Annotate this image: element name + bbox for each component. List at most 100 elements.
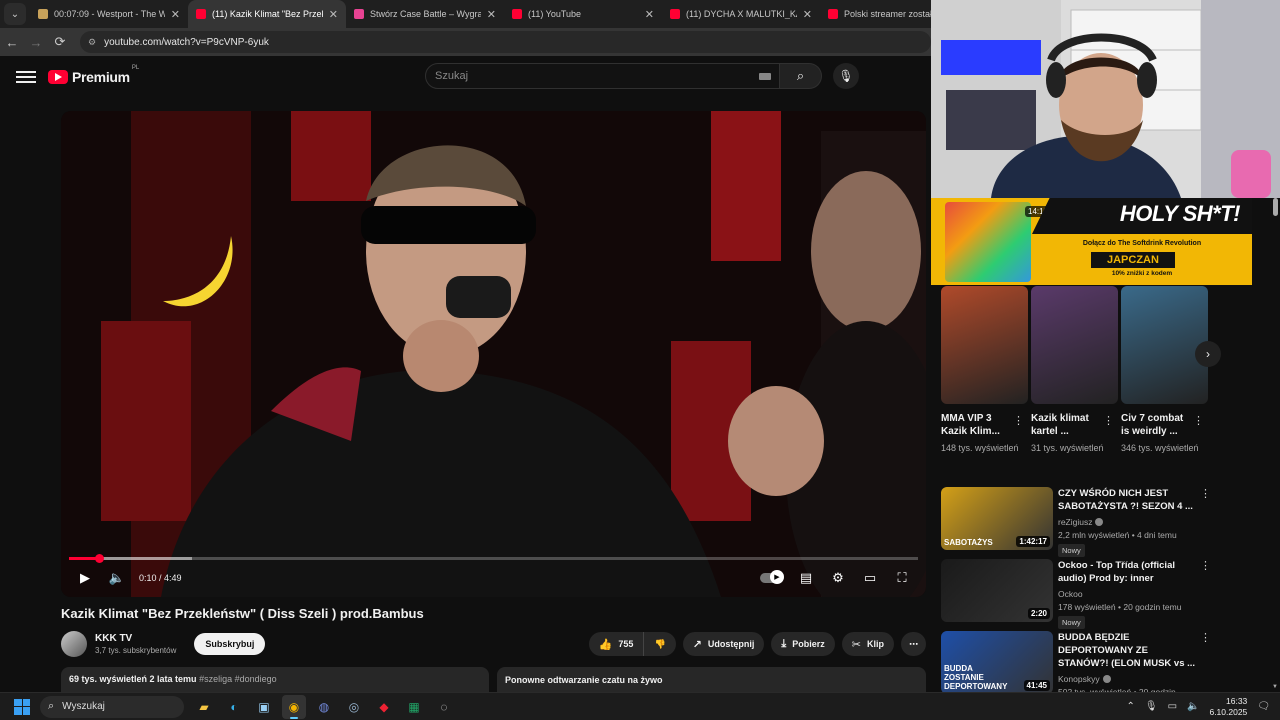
short-item[interactable]: Kazik klimat kartel ... 31 tys. wyświetle… xyxy=(1031,286,1118,454)
volume-icon[interactable]: 🔈 xyxy=(101,570,133,586)
file-explorer-icon[interactable]: ▰ xyxy=(192,695,216,719)
more-options-icon[interactable]: ⋮ xyxy=(1200,487,1211,500)
browser-tab[interactable]: (11) Kazik Klimat "Bez Przekleń ✕ xyxy=(188,0,346,28)
browser-tab[interactable]: (11) DYCHA X MALUTKI_KAMIL ✕ xyxy=(662,0,820,28)
channel-name[interactable]: Ockoo xyxy=(1058,589,1196,599)
browser-tab[interactable]: 00:07:09 - Westport - The West ✕ xyxy=(30,0,188,28)
channel-info: KKK TV 3,7 tys. subskrybentów xyxy=(95,633,176,655)
close-icon[interactable]: ✕ xyxy=(329,8,338,21)
steam-icon[interactable]: ◎ xyxy=(342,695,366,719)
short-thumbnail[interactable] xyxy=(1121,286,1208,404)
browser-tab[interactable]: Polski streamer został ok✕ xyxy=(820,0,931,28)
close-icon[interactable]: ✕ xyxy=(645,8,654,21)
site-info-icon[interactable]: ⚙ xyxy=(88,37,96,48)
search-icon: ⌕ xyxy=(48,700,55,712)
video-meta: 2,2 mln wyświetleń • 4 dni temu xyxy=(1058,530,1177,540)
menu-icon[interactable] xyxy=(16,71,36,83)
obs-icon[interactable]: ◌ xyxy=(432,695,456,719)
edge-icon[interactable]: ◐ xyxy=(222,695,246,719)
video-info: BUDDA BĘDZIE DEPORTOWANY ZE STANÓW?! (EL… xyxy=(1058,631,1196,692)
clock[interactable]: 16:33 6.10.2025 xyxy=(1209,696,1247,718)
volume-icon[interactable]: 🔈 xyxy=(1187,701,1199,712)
back-icon[interactable]: ← xyxy=(0,35,24,50)
recommended-video[interactable]: 2:20 Ockoo - Top Třída (official audio) P… xyxy=(941,559,1211,629)
channel-name[interactable]: Konopskyy xyxy=(1058,674,1196,684)
subscribe-button[interactable]: Subskrybuj xyxy=(194,633,266,655)
youtube-logo[interactable]: Premium PL xyxy=(48,65,139,85)
like-button[interactable]: 👍 755 xyxy=(588,632,645,656)
video-player[interactable]: ▶ 🔈 0:10 / 4:49 ▤ ⚙ ▭ ⛶ xyxy=(61,111,926,597)
ad-discount: 10% zniżki z kodem xyxy=(1111,270,1173,277)
video-title[interactable]: BUDDA BĘDZIE DEPORTOWANY ZE STANÓW?! (EL… xyxy=(1058,631,1196,670)
tab-title: (11) Kazik Klimat "Bez Przekleń xyxy=(212,9,323,19)
app-icon[interactable]: ◆ xyxy=(372,695,396,719)
discord-icon[interactable]: ◍ xyxy=(312,695,336,719)
browser-tab[interactable]: Stwórz Case Battle – Wygraj ski ✕ xyxy=(346,0,504,28)
windows-start-icon[interactable] xyxy=(14,698,30,715)
excel-icon[interactable]: ▦ xyxy=(402,695,426,719)
more-options-icon[interactable]: ⋮ xyxy=(1103,414,1114,427)
close-icon[interactable]: ✕ xyxy=(487,8,496,21)
channel-label: reZigiusz xyxy=(1058,517,1093,527)
chevron-right-icon[interactable]: › xyxy=(1195,341,1221,367)
progress-bar[interactable] xyxy=(69,554,918,563)
shorts-shelf: MMA VIP 3 Kazik Klim... 148 tys. wyświetl… xyxy=(941,286,1211,471)
fullscreen-icon[interactable]: ⛶ xyxy=(886,570,918,586)
scrollbar[interactable]: ▼ xyxy=(1271,195,1280,692)
forward-icon[interactable]: → xyxy=(24,35,48,50)
notifications-icon[interactable]: 🗨 xyxy=(1257,701,1270,712)
sponsor-banner[interactable]: 14:12 HOLY SH*T! Dołącz do The Softdrink… xyxy=(931,198,1252,285)
tab-search-button[interactable]: ⌄ xyxy=(4,3,26,25)
video-title[interactable]: CZY WŚRÓD NICH JEST SABOTAŻYSTA ?! SEZON… xyxy=(1058,487,1196,513)
video-thumbnail[interactable]: SABOTAŻYS 1:42:17 xyxy=(941,487,1053,550)
play-icon[interactable]: ▶ xyxy=(69,570,101,586)
taskbar-search[interactable]: ⌕ Wyszukaj xyxy=(40,695,184,718)
recommended-video[interactable]: BUDDA ZOSTANIE DEPORTOWANY 41:45 BUDDA BĘD… xyxy=(941,631,1211,692)
channel-name[interactable]: KKK TV xyxy=(95,633,176,644)
reload-icon[interactable]: ⟳ xyxy=(48,34,72,50)
clip-button[interactable]: ✂ Klip xyxy=(841,632,894,656)
short-item[interactable]: MMA VIP 3 Kazik Klim... 148 tys. wyświetl… xyxy=(941,286,1028,454)
hashtags[interactable]: #szeliga #dondiego xyxy=(199,674,277,684)
autoplay-toggle[interactable] xyxy=(760,570,784,584)
progress-knob[interactable] xyxy=(94,554,104,563)
channel-name[interactable]: reZigiusz xyxy=(1058,517,1196,527)
video-title[interactable]: Ockoo - Top Třída (official audio) Prod … xyxy=(1058,559,1196,585)
more-options-icon[interactable]: ⋮ xyxy=(1193,414,1204,427)
store-icon[interactable]: ▣ xyxy=(252,695,276,719)
theater-mode-icon[interactable]: ▭ xyxy=(854,570,886,586)
recommended-video[interactable]: SABOTAŻYS 1:42:17 CZY WŚRÓD NICH JEST SABO… xyxy=(941,487,1211,557)
subtitles-icon[interactable]: ▤ xyxy=(790,570,822,586)
chrome-icon[interactable]: ◉ xyxy=(282,694,306,719)
download-button[interactable]: ⤓ Pobierz xyxy=(771,632,835,656)
scrollbar-thumb[interactable] xyxy=(1273,198,1278,216)
more-options-icon[interactable]: ⋮ xyxy=(1200,631,1211,644)
search-input[interactable]: Szukaj xyxy=(425,63,780,89)
channel-row: KKK TV 3,7 tys. subskrybentów Subskrybuj… xyxy=(61,630,926,658)
short-thumbnail[interactable] xyxy=(941,286,1028,404)
microphone-icon[interactable]: 🎙 xyxy=(1145,701,1158,712)
scroll-down-icon[interactable]: ▼ xyxy=(1272,684,1278,690)
close-icon[interactable]: ✕ xyxy=(803,8,812,21)
chevron-up-icon[interactable]: ⌃ xyxy=(1126,701,1134,712)
keyboard-icon[interactable] xyxy=(759,72,771,80)
short-item[interactable]: Civ 7 combat is weirdly ... 346 tys. wyśw… xyxy=(1121,286,1208,454)
video-thumbnail[interactable]: BUDDA ZOSTANIE DEPORTOWANY 41:45 xyxy=(941,631,1053,692)
share-button[interactable]: ↗ Udostępnij xyxy=(682,632,765,656)
description-box[interactable]: 69 tys. wyświetleń 2 lata temu #szeliga … xyxy=(61,667,489,692)
more-options-icon[interactable]: ⋮ xyxy=(1013,414,1024,427)
channel-avatar[interactable] xyxy=(61,631,87,657)
browser-tab[interactable]: (11) YouTube ✕ xyxy=(504,0,662,28)
settings-icon[interactable]: ⚙ xyxy=(822,570,854,586)
microphone-icon[interactable]: 🎙 xyxy=(833,63,859,89)
search-icon[interactable]: ⌕ xyxy=(780,63,822,89)
url-field[interactable]: ⚙ youtube.com/watch?v=P9cVNP-6yuk xyxy=(80,31,931,53)
more-actions-icon[interactable]: ⋯ xyxy=(901,632,926,656)
video-thumbnail[interactable]: 2:20 xyxy=(941,559,1053,622)
close-icon[interactable]: ✕ xyxy=(171,8,180,21)
chat-replay-bar[interactable]: Ponowne odtwarzanie czatu na żywo xyxy=(497,667,926,692)
dislike-button[interactable]: 👎 xyxy=(644,632,676,656)
more-options-icon[interactable]: ⋮ xyxy=(1200,559,1211,572)
network-icon[interactable]: ▭ xyxy=(1168,701,1177,712)
short-thumbnail[interactable] xyxy=(1031,286,1118,404)
